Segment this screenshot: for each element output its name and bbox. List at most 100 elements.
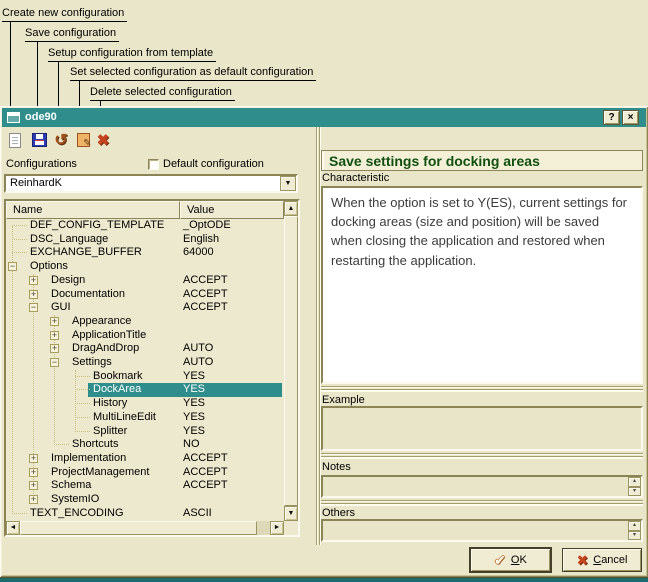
example-textbox[interactable] xyxy=(321,406,643,451)
edit-pad-icon xyxy=(77,133,90,147)
tree-dotted-stub xyxy=(12,252,27,253)
tree-row-DockArea[interactable]: DockAreaYES xyxy=(8,383,282,397)
section-splitter[interactable] xyxy=(321,500,643,506)
example-label: Example xyxy=(322,394,365,406)
tree-item-name: GUI xyxy=(51,301,71,315)
tree-row-Shortcuts[interactable]: ShortcutsNO xyxy=(8,438,282,452)
expand-icon[interactable]: + xyxy=(29,276,38,285)
tree-item-value: ACCEPT xyxy=(183,452,228,466)
tree-dotted-stub xyxy=(75,389,90,390)
title-bar[interactable]: ode90 ? × xyxy=(2,108,646,127)
spin-up-icon[interactable]: ▴ xyxy=(628,521,641,531)
close-button[interactable]: × xyxy=(622,110,639,125)
new-configuration-button[interactable] xyxy=(5,131,25,149)
expand-icon[interactable]: + xyxy=(50,317,59,326)
horizontal-scrollbar-thumb[interactable] xyxy=(20,521,257,535)
collapse-icon[interactable]: − xyxy=(29,303,38,312)
tree-row-Documentation[interactable]: +DocumentationACCEPT xyxy=(8,288,282,302)
notes-textbox[interactable]: ▴ ▾ xyxy=(321,475,643,498)
notes-spinner: ▴ ▾ xyxy=(628,477,641,496)
notes-label: Notes xyxy=(322,461,351,473)
ok-button[interactable]: OK xyxy=(470,548,551,572)
tree-item-value: ACCEPT xyxy=(183,301,228,315)
scroll-down-icon[interactable]: ▼ xyxy=(284,506,298,521)
combobox-dropdown-button[interactable]: ▼ xyxy=(280,176,296,191)
tree-item-value: AUTO xyxy=(183,356,213,370)
tree-row-GUI[interactable]: − GUI ACCEPT xyxy=(8,301,282,315)
column-header-name[interactable]: Name xyxy=(6,201,180,219)
expand-icon[interactable]: + xyxy=(50,331,59,340)
tree-item-name: ApplicationTitle xyxy=(72,329,146,343)
expand-icon[interactable]: + xyxy=(29,290,38,299)
tree-row-Splitter[interactable]: SplitterYES xyxy=(8,425,282,439)
setup-from-template-button[interactable] xyxy=(51,131,71,149)
vertical-scrollbar-thumb[interactable] xyxy=(284,216,298,506)
column-header-value[interactable]: Value xyxy=(180,201,284,219)
expand-icon[interactable]: + xyxy=(29,495,38,504)
others-textbox[interactable]: ▴ ▾ xyxy=(321,519,643,542)
others-label: Others xyxy=(322,507,355,519)
tree-row-DragAndDrop[interactable]: +DragAndDropAUTO xyxy=(8,342,282,356)
tree-row-Appearance[interactable]: +Appearance xyxy=(8,315,282,329)
tree-item-name: DragAndDrop xyxy=(72,342,139,356)
cancel-button[interactable]: Cancel xyxy=(562,548,642,572)
tree-row-Bookmark[interactable]: BookmarkYES xyxy=(8,370,282,384)
tree-row-MultiLineEdit[interactable]: MultiLineEditYES xyxy=(8,411,282,425)
tree-row-DSC_Language[interactable]: DSC_LanguageEnglish xyxy=(8,233,282,247)
tree-row-SystemIO[interactable]: +SystemIO xyxy=(8,493,282,507)
tree-item-value: ACCEPT xyxy=(183,274,228,288)
tree-item-name: ProjectManagement xyxy=(51,466,149,480)
tree-row-ProjectManagement[interactable]: +ProjectManagementACCEPT xyxy=(8,466,282,480)
tree-row-Schema[interactable]: +SchemaACCEPT xyxy=(8,479,282,493)
annotation-save-configuration: Save configuration xyxy=(25,27,119,42)
help-button[interactable]: ? xyxy=(603,110,620,125)
tree-item-value: ASCII xyxy=(183,507,212,521)
tree-row-DEF_CONFIG_TEMPLATE[interactable]: DEF_CONFIG_TEMPLATE_OptODE xyxy=(8,219,282,233)
tree-row-Implementation[interactable]: +ImplementationACCEPT xyxy=(8,452,282,466)
expand-icon[interactable]: + xyxy=(29,481,38,490)
tree-item-value: YES xyxy=(183,397,205,411)
help-topic-title: Save settings for docking areas xyxy=(321,150,643,171)
spin-up-icon[interactable]: ▴ xyxy=(628,477,641,487)
save-floppy-icon xyxy=(32,133,47,147)
tree-dotted-stub xyxy=(12,225,27,226)
tree-item-value: YES xyxy=(183,370,205,384)
tree-item-name: Design xyxy=(51,274,85,288)
default-configuration-checkbox[interactable] xyxy=(148,159,159,170)
collapse-icon[interactable]: − xyxy=(50,358,59,367)
tree-row-Options[interactable]: −Options xyxy=(8,260,282,274)
tree-item-name: DockArea xyxy=(93,383,141,397)
example-text xyxy=(323,408,641,418)
save-configuration-button[interactable] xyxy=(29,131,49,149)
tree-row-ApplicationTitle[interactable]: + ApplicationTitle xyxy=(8,329,282,343)
tree-row-TEXT_ENCODING[interactable]: TEXT_ENCODINGASCII xyxy=(8,507,282,521)
scroll-right-icon[interactable]: ► xyxy=(270,521,284,535)
tree-dotted-stub xyxy=(75,417,90,418)
expand-icon[interactable]: + xyxy=(50,344,59,353)
tree-item-name: EXCHANGE_BUFFER xyxy=(30,246,142,260)
screenshot-root: Create new configuration Save configurat… xyxy=(0,0,648,582)
annotation-setup-from-template: Setup configuration from template xyxy=(48,47,216,62)
new-document-icon xyxy=(9,133,21,148)
tree-item-name: MultiLineEdit xyxy=(93,411,156,425)
scroll-left-icon[interactable]: ◄ xyxy=(6,521,20,535)
default-configuration-label: Default configuration xyxy=(163,158,264,170)
expand-icon[interactable]: + xyxy=(29,468,38,477)
tree-row-Settings[interactable]: −SettingsAUTO xyxy=(8,356,282,370)
set-default-configuration-button[interactable] xyxy=(73,131,93,149)
tree-row-EXCHANGE_BUFFER[interactable]: EXCHANGE_BUFFER64000 xyxy=(8,246,282,260)
spin-down-icon[interactable]: ▾ xyxy=(628,487,641,497)
characteristic-textbox[interactable]: When the option is set to Y(ES), current… xyxy=(321,186,643,384)
section-splitter[interactable] xyxy=(321,453,643,459)
tree-dotted-stub xyxy=(12,513,27,514)
spin-down-icon[interactable]: ▾ xyxy=(628,531,641,541)
section-splitter[interactable] xyxy=(321,386,643,392)
tree-row-History[interactable]: HistoryYES xyxy=(8,397,282,411)
tree-item-name: Splitter xyxy=(93,425,127,439)
delete-configuration-button[interactable] xyxy=(93,131,113,149)
configuration-combobox[interactable]: ReinhardK ▼ xyxy=(4,174,298,193)
collapse-icon[interactable]: − xyxy=(8,262,17,271)
tree-row-Design[interactable]: + Design ACCEPT xyxy=(8,274,282,288)
scroll-up-icon[interactable]: ▲ xyxy=(284,201,298,216)
expand-icon[interactable]: + xyxy=(29,454,38,463)
